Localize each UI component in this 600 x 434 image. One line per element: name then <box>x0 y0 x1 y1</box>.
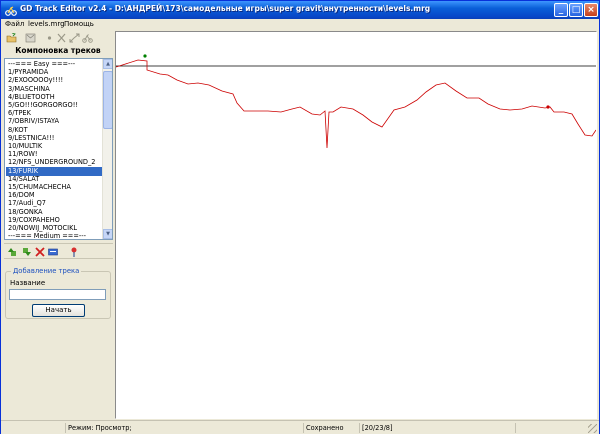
toolbar <box>1 31 113 45</box>
status-segment-5 <box>515 423 599 433</box>
scroll-down-button[interactable]: ▼ <box>103 229 112 239</box>
scroll-thumb[interactable] <box>103 71 112 129</box>
menu-file[interactable]: Файл <box>5 20 24 28</box>
open-icon[interactable] <box>6 33 17 43</box>
scale-icon[interactable] <box>69 33 80 43</box>
track-editor-canvas[interactable] <box>115 31 597 419</box>
track-list[interactable]: ---=== Easy ===--- 1/PYRAMIDA 2/EXOOOOOy!!… <box>4 58 113 240</box>
point-icon[interactable] <box>44 33 55 43</box>
track-list-scrollbar[interactable]: ▲ ▼ <box>102 59 112 239</box>
app-window: GD Track Editor v2.4 - D:\АНДРЕЙ\173\сам… <box>0 0 600 434</box>
move-up-icon[interactable] <box>7 247 17 257</box>
app-icon <box>5 6 17 16</box>
track-ground-line <box>116 59 596 149</box>
add-track-legend: Добавление трека <box>11 267 82 275</box>
track-list-item[interactable]: ---=== Medium ===--- <box>6 232 103 239</box>
cut-icon[interactable] <box>56 33 67 43</box>
menu-levels[interactable]: levels.mrg <box>28 20 65 28</box>
status-bar: Режим: Просмотр; Сохранено [20/23/8] <box>1 420 599 434</box>
bike-icon[interactable] <box>82 33 93 43</box>
move-down-icon[interactable] <box>22 247 32 257</box>
add-track-group: Добавление трека Название Начать <box>5 267 111 319</box>
window-title: GD Track Editor v2.4 - D:\АНДРЕЙ\173\сам… <box>20 4 431 13</box>
test-track-icon[interactable] <box>69 247 79 257</box>
title-bar[interactable]: GD Track Editor v2.4 - D:\АНДРЕЙ\173\сам… <box>1 1 599 19</box>
track-name-input[interactable] <box>9 289 106 300</box>
scroll-up-button[interactable]: ▲ <box>103 59 112 69</box>
status-counts: [20/23/8] <box>359 423 515 433</box>
track-list-header: Компоновка треков <box>15 46 101 55</box>
track-list-toolbar <box>4 243 113 259</box>
save-icon[interactable] <box>25 33 36 43</box>
menu-bar: Файл levels.mrg Помощь <box>1 19 599 30</box>
rename-icon[interactable] <box>48 247 58 257</box>
resize-grip[interactable] <box>588 424 597 433</box>
delete-icon[interactable] <box>35 247 45 257</box>
finish-point-marker <box>546 105 550 109</box>
minimize-button[interactable]: _ <box>554 3 568 17</box>
status-mode: Режим: Просмотр; <box>65 423 303 433</box>
status-segment-1 <box>1 423 65 433</box>
maximize-button[interactable]: □ <box>569 3 583 17</box>
menu-help[interactable]: Помощь <box>64 20 94 28</box>
status-saved: Сохранено <box>303 423 359 433</box>
start-button[interactable]: Начать <box>32 304 85 317</box>
start-point-marker <box>143 54 147 58</box>
close-button[interactable]: × <box>584 3 598 17</box>
name-label: Название <box>10 279 46 287</box>
